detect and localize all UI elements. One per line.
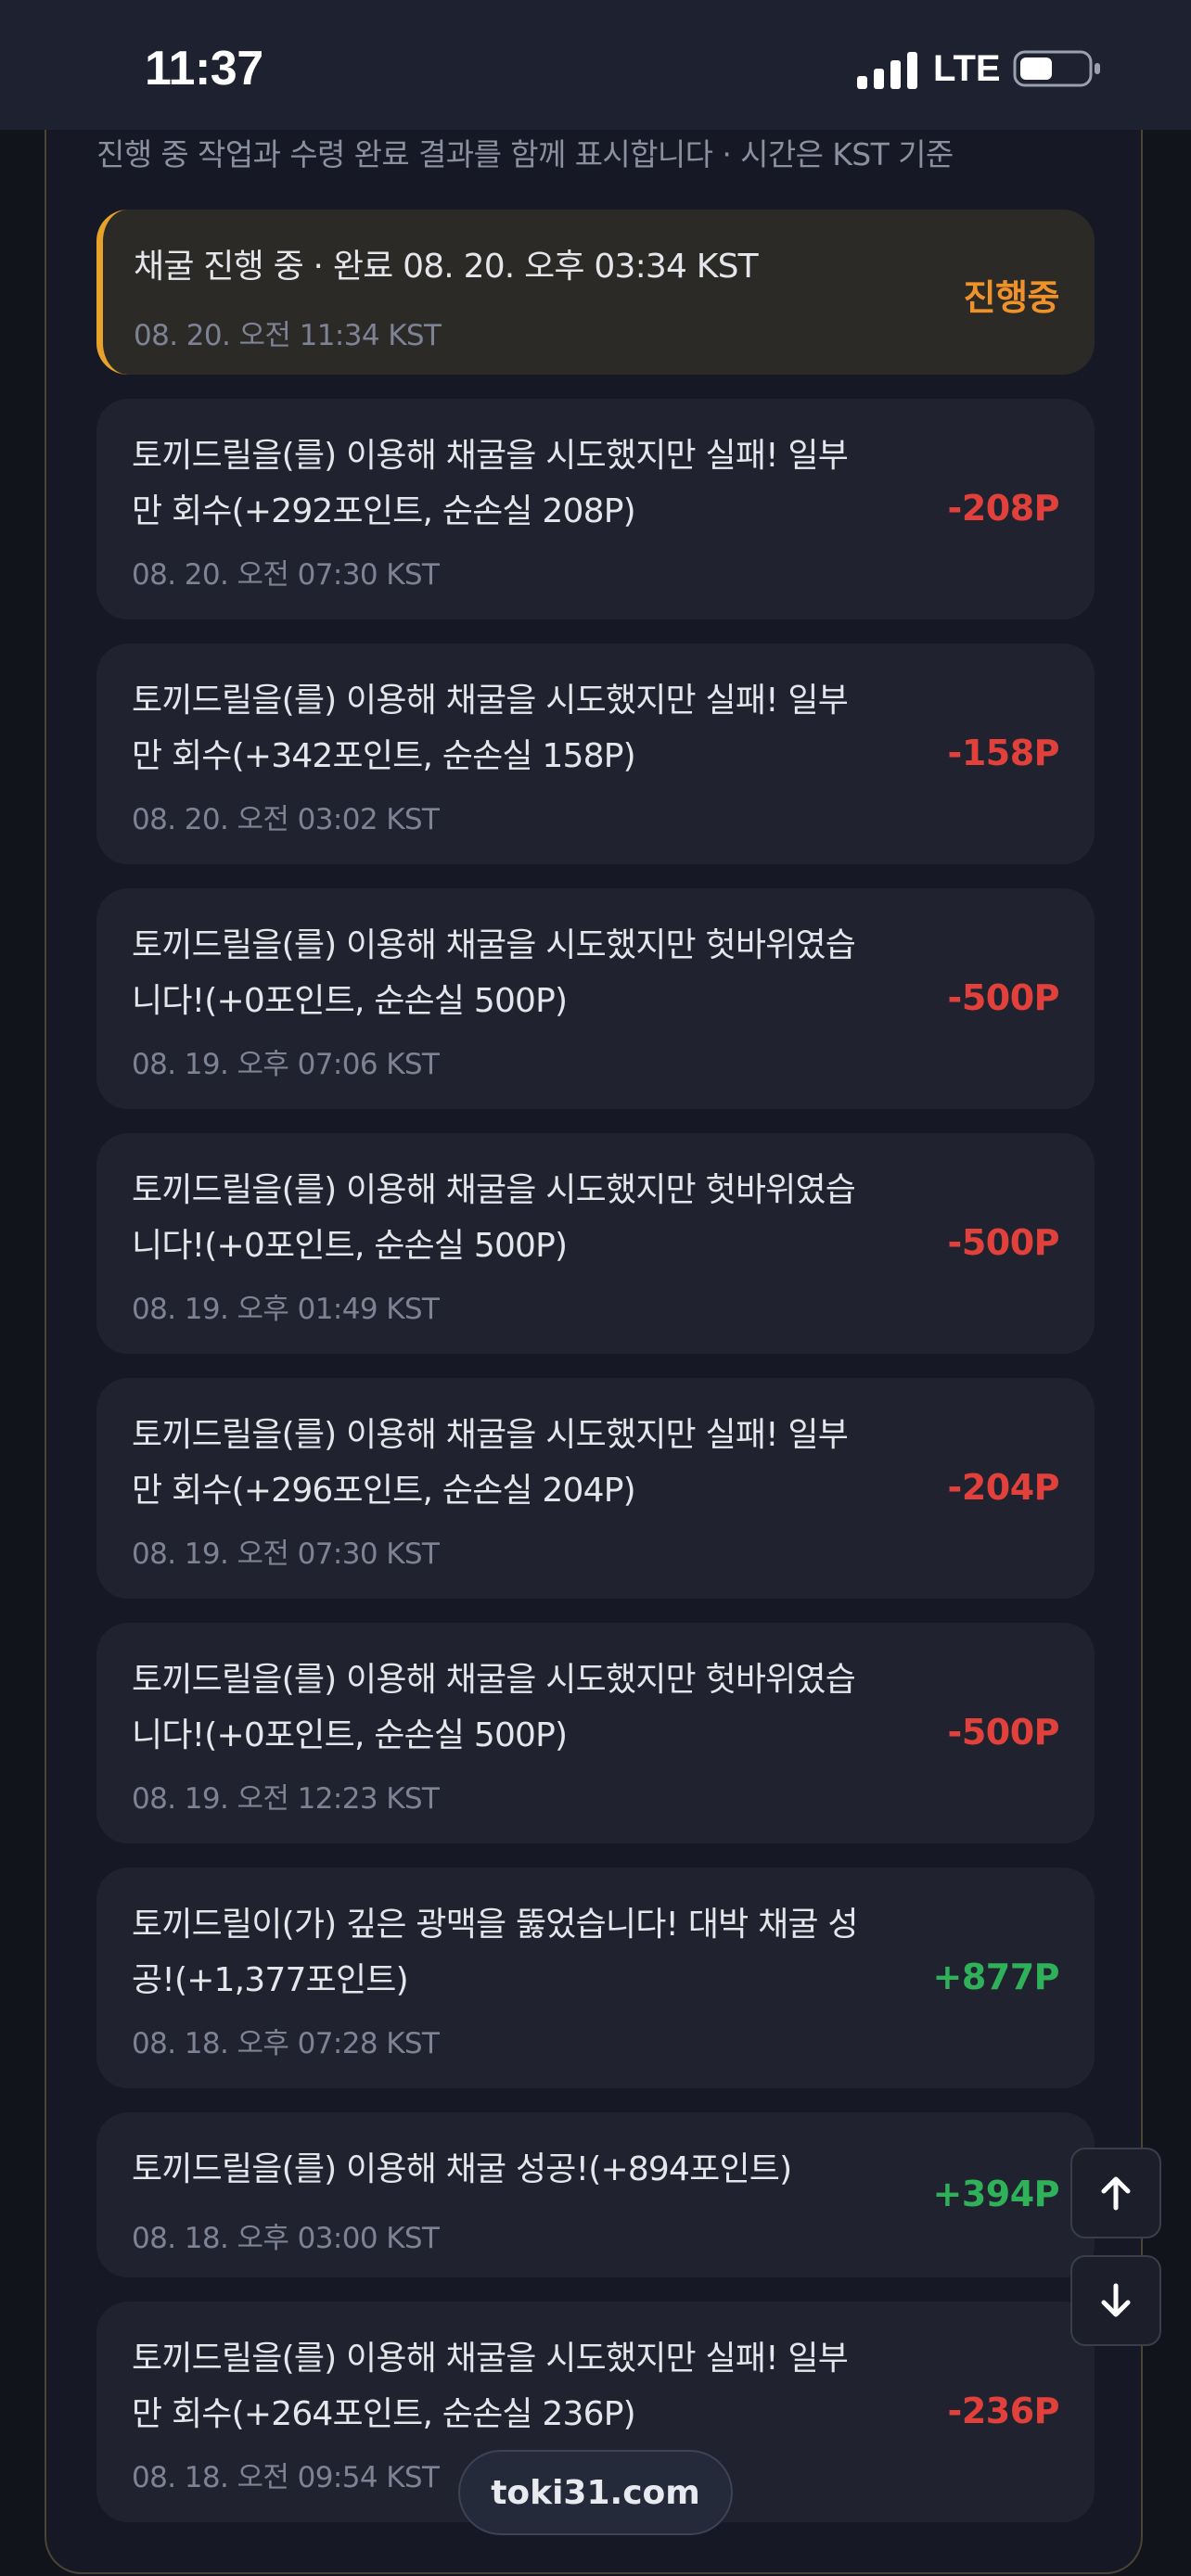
log-time: 08. 20. 오전 07:30 KST — [132, 558, 440, 592]
arrow-down-icon — [1101, 2283, 1131, 2317]
active-job-time: 08. 20. 오전 11:34 KST — [134, 319, 442, 352]
log-item: 토끼드릴을(를) 이용해 채굴을 시도했지만 헛바위였습니다!(+0포인트, 순… — [96, 888, 1095, 1109]
log-time: 08. 19. 오후 01:49 KST — [132, 1293, 440, 1326]
log-amount: -500P — [947, 1222, 1060, 1263]
log-message-line: 만 회수(+342포인트, 순손실 158P) — [132, 737, 636, 775]
status-bar: 11:37 LTE — [0, 0, 1191, 130]
log-amount: -236P — [947, 2391, 1060, 2431]
log-subtitle: 진행 중 작업과 수령 완료 결과를 함께 표시합니다 · 시간은 KST 기준 — [96, 136, 954, 172]
log-amount: -500P — [947, 977, 1060, 1018]
log-message-line: 만 회수(+296포인트, 순손실 204P) — [132, 1472, 636, 1510]
active-job-title: 채굴 진행 중 · 완료 08. 20. 오후 03:34 KST — [134, 248, 759, 286]
log-amount: -204P — [947, 1467, 1060, 1508]
log-message-line: 토끼드릴을(를) 이용해 채굴 성공!(+894포인트) — [132, 2150, 792, 2188]
scroll-to-top-button[interactable] — [1070, 2148, 1161, 2238]
log-message-line: 니다!(+0포인트, 순손실 500P) — [132, 1716, 568, 1754]
log-message-line: 토끼드릴을(를) 이용해 채굴을 시도했지만 실패! 일부 — [132, 2340, 849, 2378]
log-amount: +877P — [932, 1957, 1059, 1997]
log-amount: -500P — [947, 1712, 1060, 1753]
log-amount: +394P — [932, 2174, 1059, 2214]
log-item: 토끼드릴이(가) 깊은 광맥을 뚫었습니다! 대박 채굴 성공!(+1,377포… — [96, 1868, 1095, 2088]
log-time: 08. 18. 오후 07:28 KST — [132, 2027, 440, 2060]
log-time: 08. 20. 오전 03:02 KST — [132, 803, 440, 836]
battery-icon — [1013, 50, 1100, 87]
log-message-line: 만 회수(+264포인트, 순손실 236P) — [132, 2395, 636, 2433]
log-message-line: 토끼드릴을(를) 이용해 채굴을 시도했지만 헛바위였습 — [132, 1171, 856, 1209]
log-item: 토끼드릴을(를) 이용해 채굴을 시도했지만 실패! 일부만 회수(+296포인… — [96, 1378, 1095, 1599]
log-message-line: 토끼드릴을(를) 이용해 채굴을 시도했지만 실패! 일부 — [132, 1416, 849, 1454]
log-message-line: 토끼드릴을(를) 이용해 채굴을 시도했지만 실패! 일부 — [132, 682, 849, 720]
log-time: 08. 19. 오전 12:23 KST — [132, 1782, 440, 1816]
log-message-line: 토끼드릴이(가) 깊은 광맥을 뚫었습니다! 대박 채굴 성 — [132, 1906, 859, 1944]
arrow-up-icon — [1101, 2176, 1131, 2211]
log-message-line: 토끼드릴을(를) 이용해 채굴을 시도했지만 실패! 일부 — [132, 437, 849, 475]
status-time: 11:37 — [145, 42, 263, 96]
log-amount: -208P — [947, 488, 1060, 529]
log-message-line: 니다!(+0포인트, 순손실 500P) — [132, 982, 568, 1020]
log-item: 토끼드릴을(를) 이용해 채굴을 시도했지만 헛바위였습니다!(+0포인트, 순… — [96, 1133, 1095, 1354]
active-job-status: 진행중 — [963, 277, 1060, 318]
cellular-signal-icon — [857, 52, 917, 89]
log-time: 08. 18. 오후 03:00 KST — [132, 2222, 440, 2255]
log-message-line: 토끼드릴을(를) 이용해 채굴을 시도했지만 헛바위였습 — [132, 1661, 856, 1699]
scroll-to-bottom-button[interactable] — [1070, 2255, 1161, 2346]
log-time: 08. 19. 오후 07:06 KST — [132, 1048, 440, 1081]
log-item: 토끼드릴을(를) 이용해 채굴 성공!(+894포인트) 08. 18. 오후 … — [96, 2112, 1095, 2277]
network-type: LTE — [933, 48, 1001, 89]
log-item: 토끼드릴을(를) 이용해 채굴을 시도했지만 실패! 일부만 회수(+292포인… — [96, 399, 1095, 619]
log-message-line: 토끼드릴을(를) 이용해 채굴을 시도했지만 헛바위였습 — [132, 926, 856, 964]
active-mining-job[interactable]: 채굴 진행 중 · 완료 08. 20. 오후 03:34 KST 08. 20… — [96, 210, 1095, 375]
site-domain-badge[interactable]: toki31.com — [458, 2450, 733, 2535]
log-message-line: 만 회수(+292포인트, 순손실 208P) — [132, 492, 636, 530]
log-message-line: 공!(+1,377포인트) — [132, 1961, 409, 1999]
log-time: 08. 18. 오전 09:54 KST — [132, 2461, 440, 2494]
log-message-line: 니다!(+0포인트, 순손실 500P) — [132, 1227, 568, 1265]
log-item: 토끼드릴을(를) 이용해 채굴을 시도했지만 실패! 일부만 회수(+342포인… — [96, 644, 1095, 864]
log-amount: -158P — [947, 733, 1060, 773]
log-time: 08. 19. 오전 07:30 KST — [132, 1537, 440, 1571]
log-item: 토끼드릴을(를) 이용해 채굴을 시도했지만 헛바위였습니다!(+0포인트, 순… — [96, 1623, 1095, 1843]
